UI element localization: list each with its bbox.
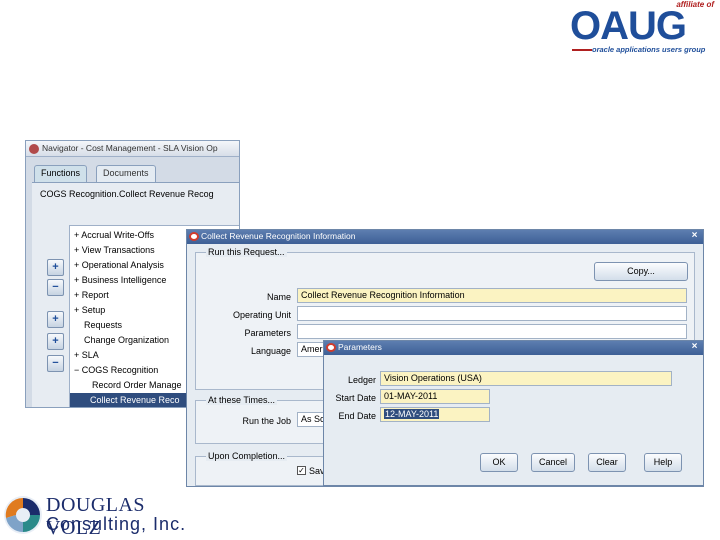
tree-item[interactable]: Record Order Manage [92,378,182,392]
parameters-title: Parameters [338,342,382,352]
parameters-field[interactable] [297,324,687,339]
oracle-icon [326,343,336,352]
oracle-icon [189,232,199,241]
copy-button[interactable]: Copy... [594,262,688,281]
navigator-path: COGS Recognition.Collect Revenue Recog [40,189,214,199]
tree-item[interactable]: Change Organization [84,333,169,347]
tab-functions[interactable]: Functions [34,165,88,182]
oaug-tagline-rule [572,49,592,51]
tree-item[interactable]: + Accrual Write-Offs [74,228,154,242]
expand-button[interactable]: + [47,259,64,276]
oaug-wordmark: OAUG [570,4,687,48]
ok-button[interactable]: OK [480,453,518,472]
tree-item[interactable]: + Report [74,288,109,302]
help-button[interactable]: Help [644,453,682,472]
start-date-value: 01-MAY-2011 [384,391,438,401]
tree-item[interactable]: + Setup [74,303,105,317]
save-output-checkbox[interactable]: ✓ [297,466,306,475]
collect-revenue-titlebar[interactable]: Collect Revenue Recognition Information … [187,230,703,244]
dv-swirl-icon [4,496,42,534]
navigator-titlebar[interactable]: Navigator - Cost Management - SLA Vision… [26,141,239,157]
clear-button[interactable]: Clear [588,453,626,472]
collapse-button[interactable]: − [47,279,64,296]
cancel-button[interactable]: Cancel [531,453,575,472]
parameters-label: Parameters [244,328,291,338]
oaug-tagline: oracle applications users group [592,45,706,54]
close-icon[interactable]: × [689,342,700,353]
expand-branch-button[interactable]: + [47,311,64,328]
run-job-label: Run the Job [242,416,291,426]
tree-item[interactable]: − COGS Recognition [74,363,158,377]
tree-item[interactable]: + Business Intelligence [74,273,166,287]
operating-unit-field[interactable] [297,306,687,321]
end-date-label: End Date [338,411,376,421]
name-field[interactable]: Collect Revenue Recognition Information [297,288,687,303]
oracle-app-icon [29,144,39,154]
completion-legend: Upon Completion... [206,451,288,461]
collapse-all-button[interactable]: − [47,355,64,372]
schedule-legend: At these Times... [206,395,278,405]
ledger-label: Ledger [347,375,376,385]
tree-item[interactable]: + SLA [74,348,99,362]
collect-revenue-title: Collect Revenue Recognition Information [201,231,356,241]
tree-item[interactable]: + Operational Analysis [74,258,164,272]
dv-name-line2: Consulting, Inc. [46,514,187,534]
tree-item[interactable]: Requests [84,318,122,332]
parameters-window: Parameters × Ledger Vision Operations (U… [323,340,704,486]
ledger-field[interactable]: Vision Operations (USA) [380,371,672,386]
operating-unit-label: Operating Unit [232,310,291,320]
end-date-field[interactable]: 12-MAY-2011 [380,407,490,422]
name-label: Name [266,292,291,302]
end-date-value: 12-MAY-2011 [384,409,440,419]
douglas-volz-logo: DOUGLAS VOLZ Consulting, Inc. [0,492,200,539]
tree-item[interactable]: + View Transactions [74,243,155,257]
navigator-title: Navigator - Cost Management - SLA Vision… [42,143,218,153]
tab-documents[interactable]: Documents [96,165,156,182]
start-date-field[interactable]: 01-MAY-2011 [380,389,490,404]
language-label: Language [250,346,291,356]
expand-all-button[interactable]: + [47,333,64,350]
close-icon[interactable]: × [689,231,700,242]
oaug-logo: affiliate of OAUG oracle applications us… [566,0,720,56]
parameters-titlebar[interactable]: Parameters × [324,341,703,355]
start-date-label: Start Date [335,393,376,403]
run-request-legend: Run this Request... [206,247,287,257]
